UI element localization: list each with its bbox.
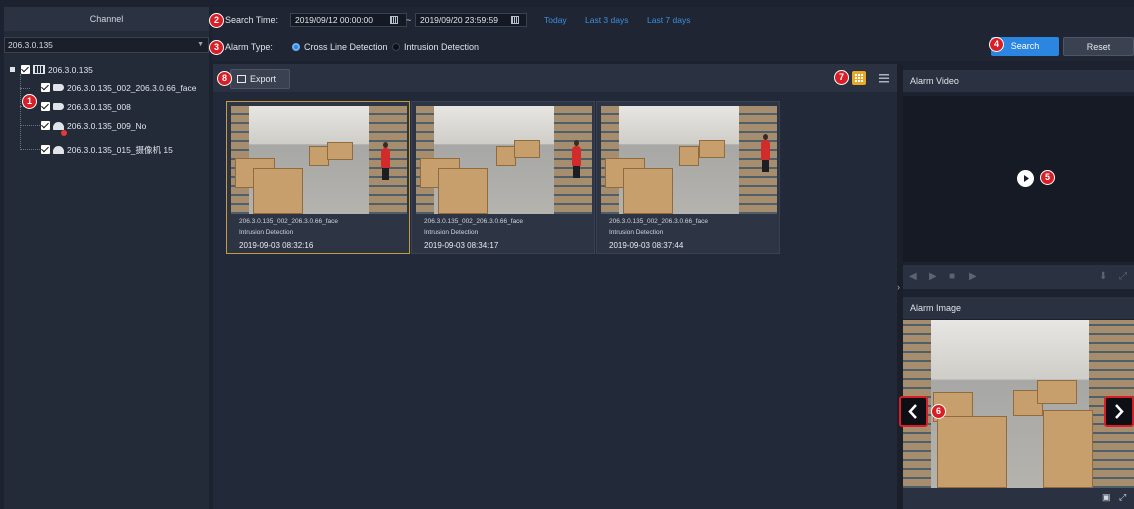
bullet-camera-icon [53,103,64,111]
end-time-input[interactable]: 2019/09/20 23:59:59 [415,13,527,27]
tree-item-channel-015[interactable]: 206.3.0.135_015_摄像机 15 [41,142,173,158]
alarm-thumbnail[interactable]: 206.3.0.135_002_206.3.0.66_face Intrusio… [411,101,595,254]
thumb-channel: 206.3.0.135_002_206.3.0.66_face [609,218,709,225]
start-time-value: 2019/09/12 00:00:00 [295,15,373,25]
calendar-icon[interactable] [390,16,398,24]
range-separator: ~ [406,15,412,25]
alarm-snapshot-image[interactable] [231,106,407,214]
alarm-snapshot-image[interactable] [601,106,777,214]
device-select[interactable]: 206.3.0.135 ▼ [4,37,209,53]
tree-item-channel-002[interactable]: 206.3.0.135_002_206.3.0.66_face [41,80,197,96]
prev-frame-icon[interactable]: ◀ [909,265,917,289]
alarm-type-label: Alarm Type: [225,42,273,52]
export-icon [237,74,246,83]
search-time-label: Search Time: [225,15,279,25]
end-time-value: 2019/09/20 23:59:59 [420,15,498,25]
prev-image-button[interactable] [899,396,928,427]
play-icon[interactable] [1017,170,1034,187]
dome-camera-icon [53,145,64,154]
bullet-camera-icon [53,84,64,92]
device-select-value: 206.3.0.135 [8,40,53,50]
checkbox[interactable] [41,102,50,112]
video-controls: ◀ ▶ ■ ▶ ⬇ ⤢ [903,265,1134,289]
radio-intrusion[interactable]: Intrusion Detection [392,40,479,54]
nvr-icon [33,65,45,75]
callout-3: 3 [209,40,224,55]
radio-selected-icon[interactable] [292,42,300,51]
tree-root[interactable]: 206.3.0.135 [10,62,93,78]
tree-guide-line [20,74,21,150]
download-icon[interactable]: ⬇ [1099,265,1107,289]
export-label: Export [250,74,277,84]
offline-camera-icon [53,121,67,136]
callout-2: 2 [209,13,224,28]
tree-guide-line [20,125,40,126]
start-time-input[interactable]: 2019/09/12 00:00:00 [290,13,407,27]
thumb-time: 2019-09-03 08:32:16 [239,241,314,250]
dropdown-arrow-icon[interactable]: ▼ [197,38,204,52]
collapse-arrow-icon[interactable]: › [897,282,900,292]
checkbox[interactable] [41,121,50,131]
callout-4: 4 [989,37,1004,52]
thumb-type: Intrusion Detection [609,229,664,236]
tree-item-channel-008[interactable]: 206.3.0.135_008 [41,99,131,115]
collapse-icon[interactable] [10,67,15,73]
alarm-video-player[interactable] [903,96,1134,262]
radio-label: Cross Line Detection [304,42,388,52]
results-toolbar [213,64,897,92]
tree-item-label: 206.3.0.135_009_No [67,121,147,131]
alarm-image-header: Alarm Image [903,297,1134,319]
chevron-right-icon [1115,404,1124,419]
image-toolbar: ▣ ⤢ [903,488,1134,509]
alarm-video-header: Alarm Video [903,70,1134,92]
thumb-channel: 206.3.0.135_002_206.3.0.66_face [239,218,339,225]
export-button[interactable]: Export [230,69,290,89]
radio-label: Intrusion Detection [404,42,480,52]
reset-button[interactable]: Reset [1063,37,1134,56]
alarm-snapshot-image[interactable] [416,106,592,214]
thumb-time: 2019-09-03 08:37:44 [609,241,684,250]
callout-7: 7 [834,70,849,85]
grid-view-icon[interactable] [852,71,866,85]
callout-6: 6 [931,404,946,419]
thumb-type: Intrusion Detection [424,229,479,236]
save-icon[interactable]: ▣ [1102,492,1111,503]
callout-5: 5 [1040,170,1055,185]
calendar-icon[interactable] [511,16,519,24]
thumb-type: Intrusion Detection [239,229,294,236]
tree-item-label: 206.3.0.135_008 [67,102,131,112]
thumb-channel: 206.3.0.135_002_206.3.0.66_face [424,218,524,225]
next-image-button[interactable] [1104,396,1134,427]
stop-icon[interactable]: ■ [949,265,955,289]
checkbox[interactable] [41,83,50,93]
quick-today[interactable]: Today [544,13,567,27]
alarm-thumbnail[interactable]: 206.3.0.135_002_206.3.0.66_face Intrusio… [596,101,780,254]
app-window: Channel 206.3.0.135 ▼ 206.3.0.135 206.3.… [0,0,1134,509]
channel-panel: Channel 206.3.0.135 ▼ 206.3.0.135 206.3.… [4,7,209,509]
chevron-left-icon [908,404,917,419]
alarm-thumbnail[interactable]: 206.3.0.135_002_206.3.0.66_face Intrusio… [226,101,410,254]
tree-guide-line [20,149,40,150]
tree-item-label: 206.3.0.135_002_206.3.0.66_face [67,83,197,93]
radio-cross-line[interactable]: Cross Line Detection [292,40,388,54]
thumb-time: 2019-09-03 08:34:17 [424,241,499,250]
tree-guide-line [20,88,30,89]
callout-1: 1 [22,94,37,109]
fullscreen-icon[interactable]: ⤢ [1119,265,1127,289]
tree-root-label: 206.3.0.135 [48,65,93,75]
radio-unselected-icon[interactable] [392,42,400,51]
quick-last-3-days[interactable]: Last 3 days [585,13,628,27]
tree-item-channel-009[interactable]: 206.3.0.135_009_No [41,118,147,136]
callout-8: 8 [217,71,232,86]
next-frame-icon[interactable]: ▶ [969,265,977,289]
channel-header: Channel [4,7,209,31]
list-view-icon[interactable] [879,72,889,84]
checkbox[interactable] [21,65,30,75]
fullscreen-icon[interactable]: ⤢ [1119,492,1126,503]
checkbox[interactable] [41,145,50,155]
play-control-icon[interactable]: ▶ [929,265,937,289]
tree-item-label: 206.3.0.135_015_摄像机 15 [67,145,173,155]
quick-last-7-days[interactable]: Last 7 days [647,13,690,27]
